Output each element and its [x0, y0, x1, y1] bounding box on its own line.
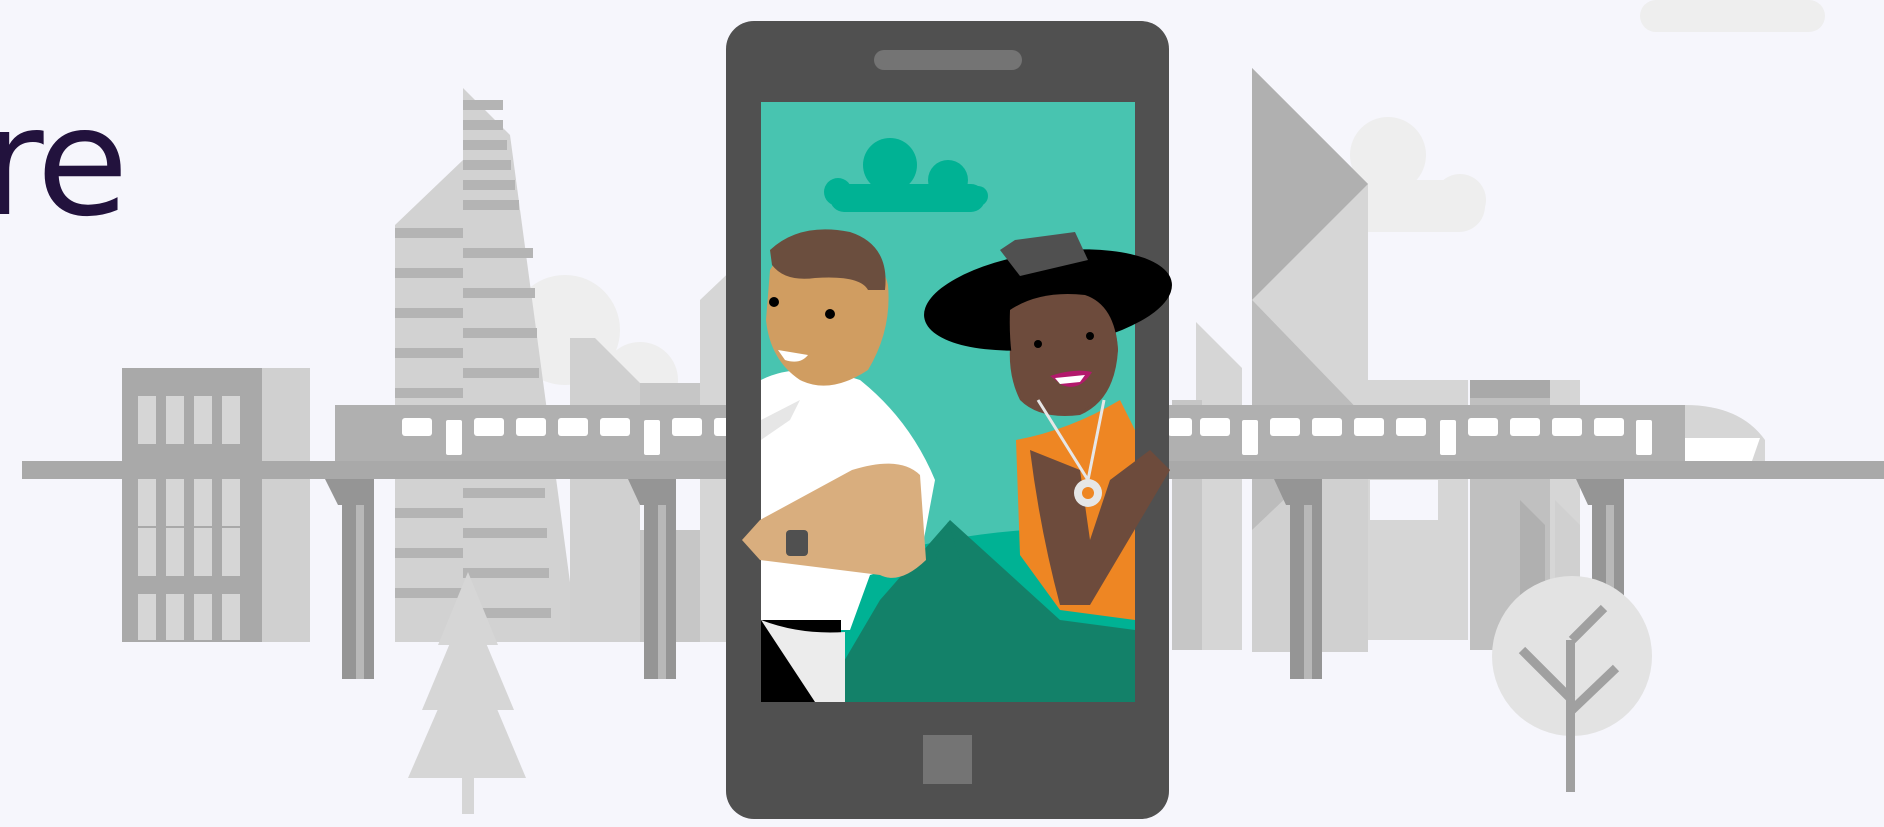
office-building-icon — [122, 368, 310, 642]
round-tree-icon — [1492, 576, 1652, 792]
phone-with-people-illustration — [726, 21, 1172, 819]
hero-headline: re — [0, 76, 129, 250]
city-skyline-illustration — [22, 0, 1884, 819]
hero-banner: re — [0, 0, 1884, 827]
